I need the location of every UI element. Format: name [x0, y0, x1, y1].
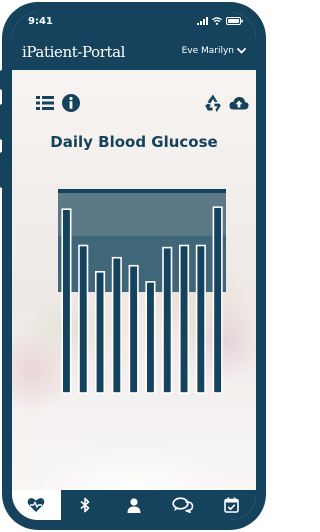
- tab-health[interactable]: [12, 490, 61, 520]
- chevron-down-icon: [237, 48, 246, 54]
- glucose-bar: [195, 244, 206, 394]
- phone-frame: 9:41 iPatient-Portal Eve Marilyn Daily B…: [2, 2, 266, 530]
- glucose-bar: [212, 206, 223, 394]
- glucose-bar: [162, 246, 173, 394]
- cloud-upload-icon[interactable]: [228, 92, 250, 114]
- main-content: Daily Blood Glucose: [12, 70, 256, 490]
- page-title: Daily Blood Glucose: [50, 133, 218, 151]
- tab-calendar[interactable]: [207, 490, 256, 520]
- heart-icon: [28, 498, 45, 512]
- glucose-bar: [78, 244, 89, 394]
- glucose-bar: [145, 281, 156, 394]
- user-name: Eve Marilyn: [181, 46, 234, 56]
- wifi-icon: [212, 17, 222, 25]
- tab-profile[interactable]: [110, 490, 159, 520]
- signal-icon: [197, 17, 208, 25]
- recycle-icon[interactable]: [202, 92, 224, 114]
- notch: [76, 12, 192, 26]
- status-bar: 9:41: [12, 12, 256, 34]
- status-time: 9:41: [28, 16, 53, 27]
- app-logo: iPatient-Portal: [22, 43, 126, 61]
- screen: 9:41 iPatient-Portal Eve Marilyn Daily B…: [12, 12, 256, 520]
- calendar-check-icon: [224, 497, 239, 513]
- tab-messages[interactable]: [158, 490, 207, 520]
- user-menu[interactable]: Eve Marilyn: [182, 46, 246, 56]
- tab-bluetooth[interactable]: [61, 490, 110, 520]
- glucose-bar: [128, 264, 139, 394]
- glucose-chart: [58, 189, 226, 394]
- chat-icon: [172, 497, 194, 513]
- info-icon[interactable]: [60, 92, 82, 114]
- list-icon[interactable]: [34, 92, 56, 114]
- status-indicators: [197, 17, 244, 25]
- glucose-bar: [179, 244, 190, 394]
- target-band-upper: [58, 191, 226, 236]
- app-header: iPatient-Portal Eve Marilyn: [12, 34, 256, 70]
- bluetooth-icon: [80, 497, 90, 513]
- target-band-top-line: [58, 189, 226, 193]
- tab-bar: [12, 490, 256, 520]
- glucose-bar: [61, 208, 72, 394]
- user-icon: [127, 497, 141, 513]
- glucose-bar: [94, 271, 106, 394]
- battery-icon: [226, 17, 243, 25]
- glucose-bar: [111, 256, 122, 394]
